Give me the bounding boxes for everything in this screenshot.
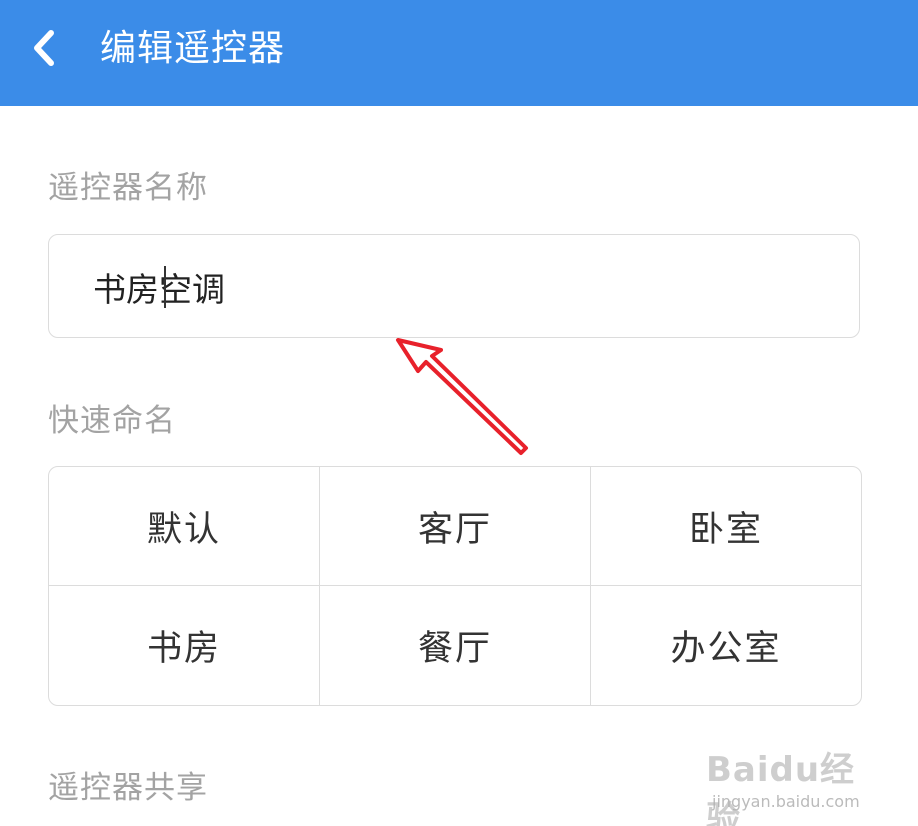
quick-naming-label: 快速命名 bbox=[48, 403, 176, 439]
quick-name-dining-room-button[interactable]: 餐厅 bbox=[320, 586, 591, 705]
page-title: 编辑遥控器 bbox=[100, 28, 286, 69]
baidu-watermark: Baidu经验 jingyan.baidu.com bbox=[706, 722, 876, 826]
remote-sharing-label: 遥控器共享 bbox=[48, 770, 208, 806]
quick-name-default-button[interactable]: 默认 bbox=[49, 467, 320, 586]
remote-name-field[interactable] bbox=[48, 234, 860, 338]
quick-name-living-room-button[interactable]: 客厅 bbox=[320, 467, 591, 586]
quick-name-bedroom-button[interactable]: 卧室 bbox=[591, 467, 861, 586]
text-cursor bbox=[164, 266, 166, 308]
remote-name-label: 遥控器名称 bbox=[48, 170, 208, 206]
remote-name-input[interactable] bbox=[93, 265, 793, 309]
back-button[interactable] bbox=[22, 26, 66, 70]
chevron-left-icon bbox=[34, 30, 54, 66]
baidu-jingyan-logo: Baidu经验 bbox=[706, 750, 856, 826]
quick-name-study-button[interactable]: 书房 bbox=[49, 586, 320, 705]
watermark-url: jingyan.baidu.com bbox=[712, 792, 860, 811]
top-app-bar: 编辑遥控器 bbox=[0, 0, 918, 106]
quick-naming-grid: 默认 客厅 卧室 书房 餐厅 办公室 bbox=[48, 466, 862, 706]
quick-name-office-button[interactable]: 办公室 bbox=[591, 586, 861, 705]
edit-remote-screen: 编辑遥控器 遥控器名称 快速命名 默认 客厅 卧室 书房 餐厅 办公室 遥控器共… bbox=[0, 0, 918, 826]
